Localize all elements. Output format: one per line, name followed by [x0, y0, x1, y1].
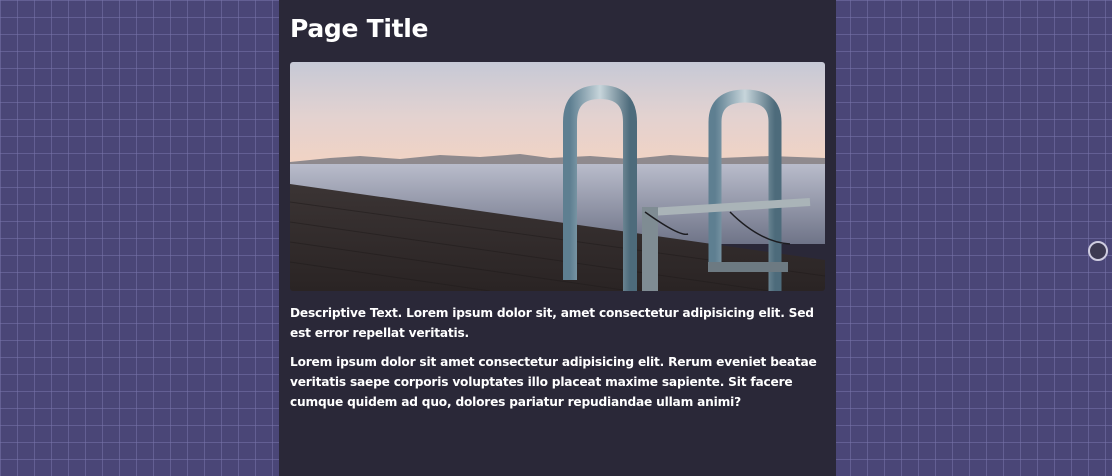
circle-handle-icon[interactable] — [1088, 241, 1108, 261]
content-panel: Page Title Descriptive Text. Lorem ipsum… — [279, 0, 836, 476]
page-title: Page Title — [290, 14, 429, 43]
descriptive-paragraph: Descriptive Text. Lorem ipsum dolor sit,… — [290, 306, 814, 340]
body-paragraph: Lorem ipsum dolor sit amet consectetur a… — [290, 355, 817, 409]
hero-image — [290, 62, 825, 291]
